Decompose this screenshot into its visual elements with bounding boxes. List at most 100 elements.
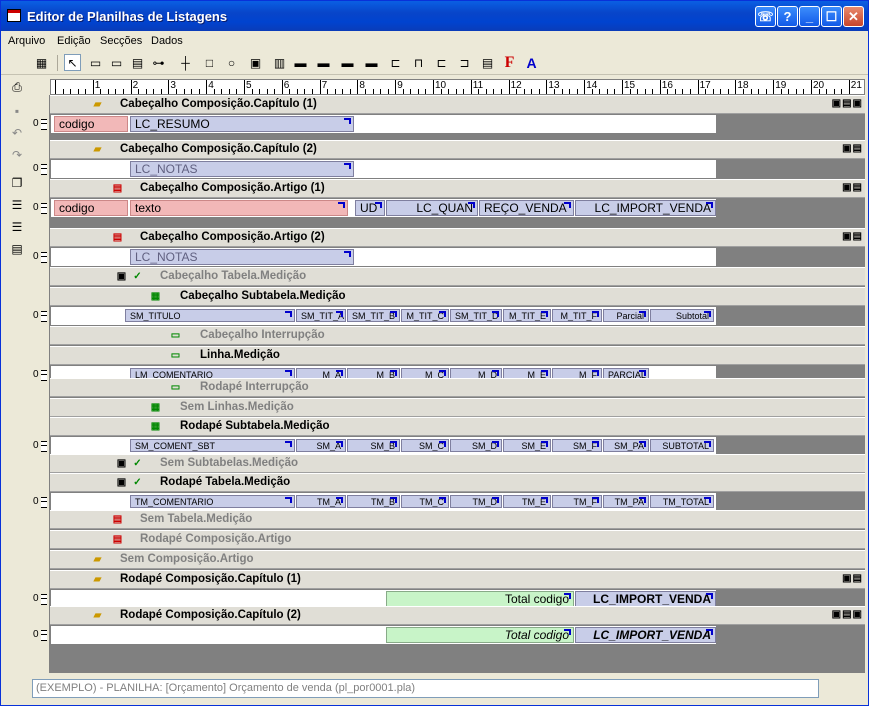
field-sm-pa[interactable]: SM_PA (603, 439, 649, 452)
field-lc-resumo[interactable]: LC_RESUMO (130, 116, 354, 132)
font-color-icon[interactable]: A (523, 54, 540, 71)
field-lc-import-venda-total[interactable]: LC_IMPORT_VENDA (575, 591, 716, 607)
band-header-article-1[interactable]: ▤ Cabeçalho Composição.Artigo (1) ▣▤ (50, 179, 865, 198)
field-sm-titulo[interactable]: SM_TITULO (125, 309, 295, 322)
band-footer-table[interactable]: ▣ ✓ Rodapé Tabela.Medição (50, 473, 865, 492)
field-sm-a[interactable]: SM_A (296, 439, 346, 452)
align-icon[interactable]: ⊐ (456, 54, 473, 71)
box-icon[interactable]: ▬ (315, 54, 332, 71)
pointer-icon[interactable]: ↖ (64, 54, 81, 71)
close-button[interactable]: ✕ (843, 6, 864, 27)
field-tm-c[interactable]: TM_C (401, 495, 449, 508)
menu-edicao[interactable]: Edição (57, 35, 91, 47)
band-footer-article[interactable]: ▤ Rodapé Composição.Artigo (50, 530, 865, 549)
row-marker[interactable]: 0 (32, 306, 50, 326)
row-marker[interactable]: 0 (32, 625, 50, 645)
field-tm-total[interactable]: TM_TOTAL (650, 495, 714, 508)
title-bar[interactable]: Editor de Planilhas de Listagens ☏ ? _ ☐… (1, 1, 868, 31)
redo-icon[interactable]: ↷ (9, 147, 25, 163)
section-icon[interactable]: ☰ (9, 219, 25, 235)
field-lc-notas[interactable]: LC_NOTAS (130, 161, 354, 177)
band-footer-chapter-2[interactable]: ▰ Rodapé Composição.Capítulo (2) ▣▤▣ (50, 606, 865, 625)
field-sm-tit-d[interactable]: SM_TIT_D (450, 309, 502, 322)
text-field-icon[interactable]: ▭ (87, 54, 104, 71)
font-icon[interactable]: F (501, 54, 518, 71)
band-no-subtables[interactable]: ▣ ✓ Sem Subtabelas.Medição (50, 454, 865, 473)
field-sm-tit-c[interactable]: M_TIT_C (401, 309, 449, 322)
formula-field-icon[interactable]: ▭ (108, 54, 125, 71)
field-tm-comentario[interactable]: TM_COMENTARIO (130, 495, 295, 508)
properties-icon[interactable]: ▤ (9, 241, 25, 257)
menu-arquivo[interactable]: Arquivo (8, 35, 45, 47)
field-codigo[interactable]: codigo (54, 116, 128, 132)
band-footer-subtable[interactable]: ▦ Rodapé Subtabela.Medição (50, 417, 865, 436)
field-tm-e[interactable]: TM_E (503, 495, 551, 508)
field-sm-f[interactable]: SM_F (552, 439, 602, 452)
field-subtotal[interactable]: Subtotal (650, 309, 714, 322)
field-sm-tit-a[interactable]: SM_TIT_A (296, 309, 346, 322)
field-lc-quan[interactable]: LC_QUAN (386, 200, 478, 216)
field-sm-coment-sbt[interactable]: SM_COMENT_SBT (130, 439, 295, 452)
field-sm-tit-b[interactable]: SM_TIT_B (347, 309, 400, 322)
band-header-chapter-2[interactable]: ▰ Cabeçalho Composição.Capítulo (2) ▣▤ (50, 140, 865, 159)
align-icon[interactable]: ⊏ (433, 54, 450, 71)
field-sm-tit-f[interactable]: M_TIT_F (552, 309, 602, 322)
image-tool-icon[interactable]: ▣ (247, 54, 264, 71)
field-lc-import-venda-total[interactable]: LC_IMPORT_VENDA (575, 627, 716, 643)
row-marker[interactable]: 0 (32, 589, 50, 609)
box-icon[interactable]: ▬ (292, 54, 309, 71)
barcode-icon[interactable]: ▥ (271, 54, 288, 71)
align-icon[interactable]: ⊏ (387, 54, 404, 71)
band-line-medicao[interactable]: ▭ Linha.Medição (50, 346, 865, 365)
save-icon[interactable]: ▪ (9, 103, 25, 119)
calendar-icon[interactable]: ▤ (479, 54, 496, 71)
band-footer-break[interactable]: ▭ Rodapé Interrupção (50, 378, 865, 397)
band-no-table[interactable]: ▤ Sem Tabela.Medição (50, 510, 865, 529)
minimize-button[interactable]: _ (799, 6, 820, 27)
field-sm-c[interactable]: SM_C (401, 439, 449, 452)
help-button[interactable]: ? (777, 6, 798, 27)
line-tool-icon[interactable]: ┼ (177, 54, 194, 71)
field-subtotal[interactable]: SUBTOTAL (650, 439, 714, 452)
band-header-table[interactable]: ▣ ✓ Cabeçalho Tabela.Medição (50, 267, 865, 286)
grid-icon[interactable]: ▦ (33, 54, 50, 71)
field-parcial[interactable]: Parcial (603, 309, 649, 322)
row-marker[interactable]: 0 (32, 436, 50, 456)
row-marker[interactable]: 0 (32, 114, 50, 134)
maximize-button[interactable]: ☐ (821, 6, 842, 27)
band-header-subtable[interactable]: ▦ Cabeçalho Subtabela.Medição (50, 287, 865, 306)
field-texto[interactable]: texto (130, 200, 348, 216)
print-icon[interactable]: ⎙ (9, 79, 25, 95)
field-sm-e[interactable]: SM_E (503, 439, 551, 452)
sections-icon[interactable]: ☰ (9, 197, 25, 213)
field-ud[interactable]: UD (355, 200, 385, 216)
menu-dados[interactable]: Dados (151, 35, 183, 47)
field-lc-notas[interactable]: LC_NOTAS (130, 249, 354, 265)
band-no-lines[interactable]: ▦ Sem Linhas.Medição (50, 398, 865, 417)
box-icon[interactable]: ▬ (339, 54, 356, 71)
row-marker[interactable]: 0 (32, 159, 50, 179)
band-no-article[interactable]: ▰ Sem Composição.Artigo (50, 550, 865, 569)
undo-icon[interactable]: ↶ (9, 125, 25, 141)
page-icon[interactable]: ❐ (9, 175, 25, 191)
field-tm-pa[interactable]: TM_PA (603, 495, 649, 508)
field-tm-b[interactable]: TM_B (347, 495, 400, 508)
field-lc-import-venda[interactable]: LC_IMPORT_VENDA (575, 200, 716, 216)
menu-seccoes[interactable]: Secções (100, 35, 142, 47)
field-total-codigo[interactable]: Total codigo (386, 627, 574, 643)
band-header-break[interactable]: ▭ Cabeçalho Interrupção (50, 326, 865, 345)
field-sm-d[interactable]: SM_D (450, 439, 502, 452)
link-icon[interactable]: ⊶ (150, 54, 167, 71)
ellipse-tool-icon[interactable]: ○ (223, 54, 240, 71)
rectangle-tool-icon[interactable]: □ (201, 54, 218, 71)
band-header-article-2[interactable]: ▤ Cabeçalho Composição.Artigo (2) ▣▤ (50, 228, 865, 247)
align-icon[interactable]: ⊓ (410, 54, 427, 71)
field-sm-tit-e[interactable]: M_TIT_E (503, 309, 551, 322)
field-total-codigo[interactable]: Total codigo (386, 591, 574, 607)
row-marker[interactable]: 0 (32, 492, 50, 512)
field-tm-f[interactable]: TM_F (552, 495, 602, 508)
band-footer-chapter-1[interactable]: ▰ Rodapé Composição.Capítulo (1) ▣▤ (50, 570, 865, 589)
field-tm-d[interactable]: TM_D (450, 495, 502, 508)
row-marker[interactable]: 0 (32, 198, 50, 218)
field-sm-b[interactable]: SM_B (347, 439, 400, 452)
